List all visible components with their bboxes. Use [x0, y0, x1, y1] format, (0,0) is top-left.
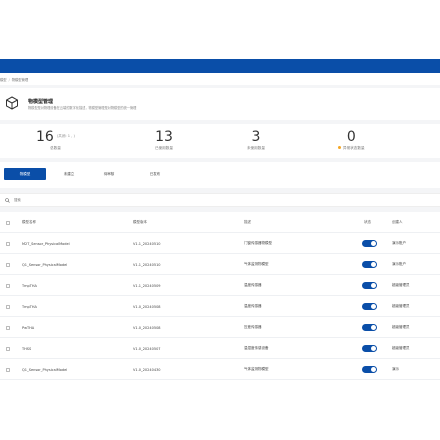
breadcrumb-item-current: 物模型管理: [11, 78, 29, 82]
cell-version: V1.1_20240510: [133, 262, 161, 267]
column-header-version[interactable]: 模型版本: [133, 212, 147, 233]
cell-creator: 演示: [392, 367, 399, 371]
stat-unused: 3 未使用数量: [247, 130, 265, 151]
cell-name: PwTHA: [22, 325, 35, 330]
cube-icon: [6, 96, 18, 110]
stat-unused-caption: 未使用数量: [247, 146, 265, 150]
stat-abnormal-caption: 异常状态数量: [343, 146, 365, 150]
stat-total: 16 (共闭: 1 , ) 总数量: [36, 130, 75, 151]
column-header-name[interactable]: 模型名称: [22, 212, 36, 233]
row-checkbox[interactable]: [6, 325, 10, 330]
table-row[interactable]: TmpTHA V1.0_20240508 温度传感器 超级管理员: [0, 296, 440, 317]
cell-version: V1.1_20240509: [133, 283, 161, 288]
tab-published[interactable]: 已发布: [138, 168, 172, 180]
stat-used-value: 13: [155, 129, 173, 145]
cell-version: V1.0_20240430: [133, 367, 161, 372]
column-header-creator[interactable]: 创建人: [392, 212, 403, 233]
row-checkbox[interactable]: [6, 262, 10, 267]
cell-description: 温度传感器: [244, 304, 262, 308]
cell-creator: 超级管理员: [392, 304, 410, 308]
cell-name: M2T_Sensor_PhysicalModel: [22, 241, 70, 246]
warning-dot-icon: [338, 146, 341, 149]
page-description: 物模型是对物理设备在云端的数字化描述，物模型管理是对物模型的统一管理: [28, 106, 137, 110]
status-toggle[interactable]: [362, 345, 377, 352]
status-toggle[interactable]: [362, 282, 377, 289]
cell-description: 气体监测物模型: [244, 367, 269, 371]
cell-description: 气体监测物模型: [244, 262, 269, 266]
row-checkbox[interactable]: [6, 346, 10, 351]
cell-creator: 演示账户: [392, 262, 406, 266]
table-row[interactable]: M2T_Sensor_PhysicalModel V1.1_20240510 门…: [0, 233, 440, 254]
cell-name: Q1_Sensor_PhysicalModel: [22, 262, 68, 267]
stat-used: 13 已使用数量: [155, 130, 173, 151]
table-row[interactable]: Q1_Sensor_PhysicalModel V1.0_20240430 气体…: [0, 359, 440, 380]
stat-unused-value: 3: [251, 129, 261, 145]
cell-creator: 超级管理员: [392, 283, 410, 287]
table-header-row: 模型名称 模型版本 描述 状态 创建人: [0, 212, 440, 233]
search-input[interactable]: [14, 198, 214, 202]
cell-version: V1.0_20240507: [133, 346, 161, 351]
cell-creator: 演示账户: [392, 241, 406, 245]
cell-name: TmpTHA: [22, 283, 37, 288]
row-checkbox[interactable]: [6, 283, 10, 288]
cell-name: Q1_Sensor_PhysicalModel: [22, 367, 68, 372]
table-row[interactable]: THSS V1.0_20240507 温湿度传感设备 超级管理员: [0, 338, 440, 359]
breadcrumb-separator: /: [8, 77, 10, 82]
stat-total-value: 16: [36, 129, 54, 145]
cell-description: 门窗传感器物模型: [244, 241, 272, 245]
cell-name: THSS: [22, 346, 32, 351]
page-header: [0, 88, 440, 120]
column-header-status[interactable]: 状态: [364, 212, 371, 233]
cell-creator: 超级管理员: [392, 325, 410, 329]
stat-total-caption: 总数量: [50, 146, 61, 150]
select-all-checkbox[interactable]: [6, 220, 10, 225]
status-toggle[interactable]: [362, 324, 377, 331]
row-checkbox[interactable]: [6, 304, 10, 309]
cell-version: V1.1_20240510: [133, 241, 161, 246]
status-toggle[interactable]: [362, 261, 377, 268]
tab-model[interactable]: 物模型: [4, 168, 46, 180]
search-icon: [5, 197, 10, 203]
table-row[interactable]: Q1_Sensor_PhysicalModel V1.1_20240510 气体…: [0, 254, 440, 275]
column-header-description[interactable]: 描述: [244, 212, 251, 233]
search-bar: [0, 193, 440, 207]
model-table: 模型名称 模型版本 描述 状态 创建人 M2T_Sensor_PhysicalM…: [0, 212, 440, 440]
cell-description: 温湿度传感设备: [244, 346, 269, 350]
breadcrumb-item-model[interactable]: 模型: [0, 77, 7, 82]
cell-creator: 超级管理员: [392, 346, 410, 350]
status-toggle[interactable]: [362, 366, 377, 373]
tab-pending[interactable]: 待审核: [92, 168, 126, 180]
breadcrumb: 模型 / 物模型管理: [0, 76, 28, 83]
page-title: 物模型管理: [28, 99, 54, 105]
cell-version: V1.0_20240508: [133, 304, 161, 309]
cell-description: 压差传感器: [244, 325, 262, 329]
status-toggle[interactable]: [362, 240, 377, 247]
table-row[interactable]: PwTHA V1.0_20240508 压差传感器 超级管理员: [0, 317, 440, 338]
stat-used-caption: 已使用数量: [155, 146, 173, 150]
status-toggle[interactable]: [362, 303, 377, 310]
table-row[interactable]: TmpTHA V1.1_20240509 温度传感器 超级管理员: [0, 275, 440, 296]
stat-total-sub: (共闭: 1 , ): [56, 134, 75, 138]
tab-unbuilt[interactable]: 未建立: [52, 168, 86, 180]
row-checkbox[interactable]: [6, 241, 10, 246]
stat-abnormal-value: 0: [346, 129, 356, 145]
top-banner: [0, 59, 440, 73]
cell-version: V1.0_20240508: [133, 325, 161, 330]
stat-abnormal: 0 异常状态数量: [338, 130, 365, 151]
cell-name: TmpTHA: [22, 304, 37, 309]
cell-description: 温度传感器: [244, 283, 262, 287]
row-checkbox[interactable]: [6, 367, 10, 372]
